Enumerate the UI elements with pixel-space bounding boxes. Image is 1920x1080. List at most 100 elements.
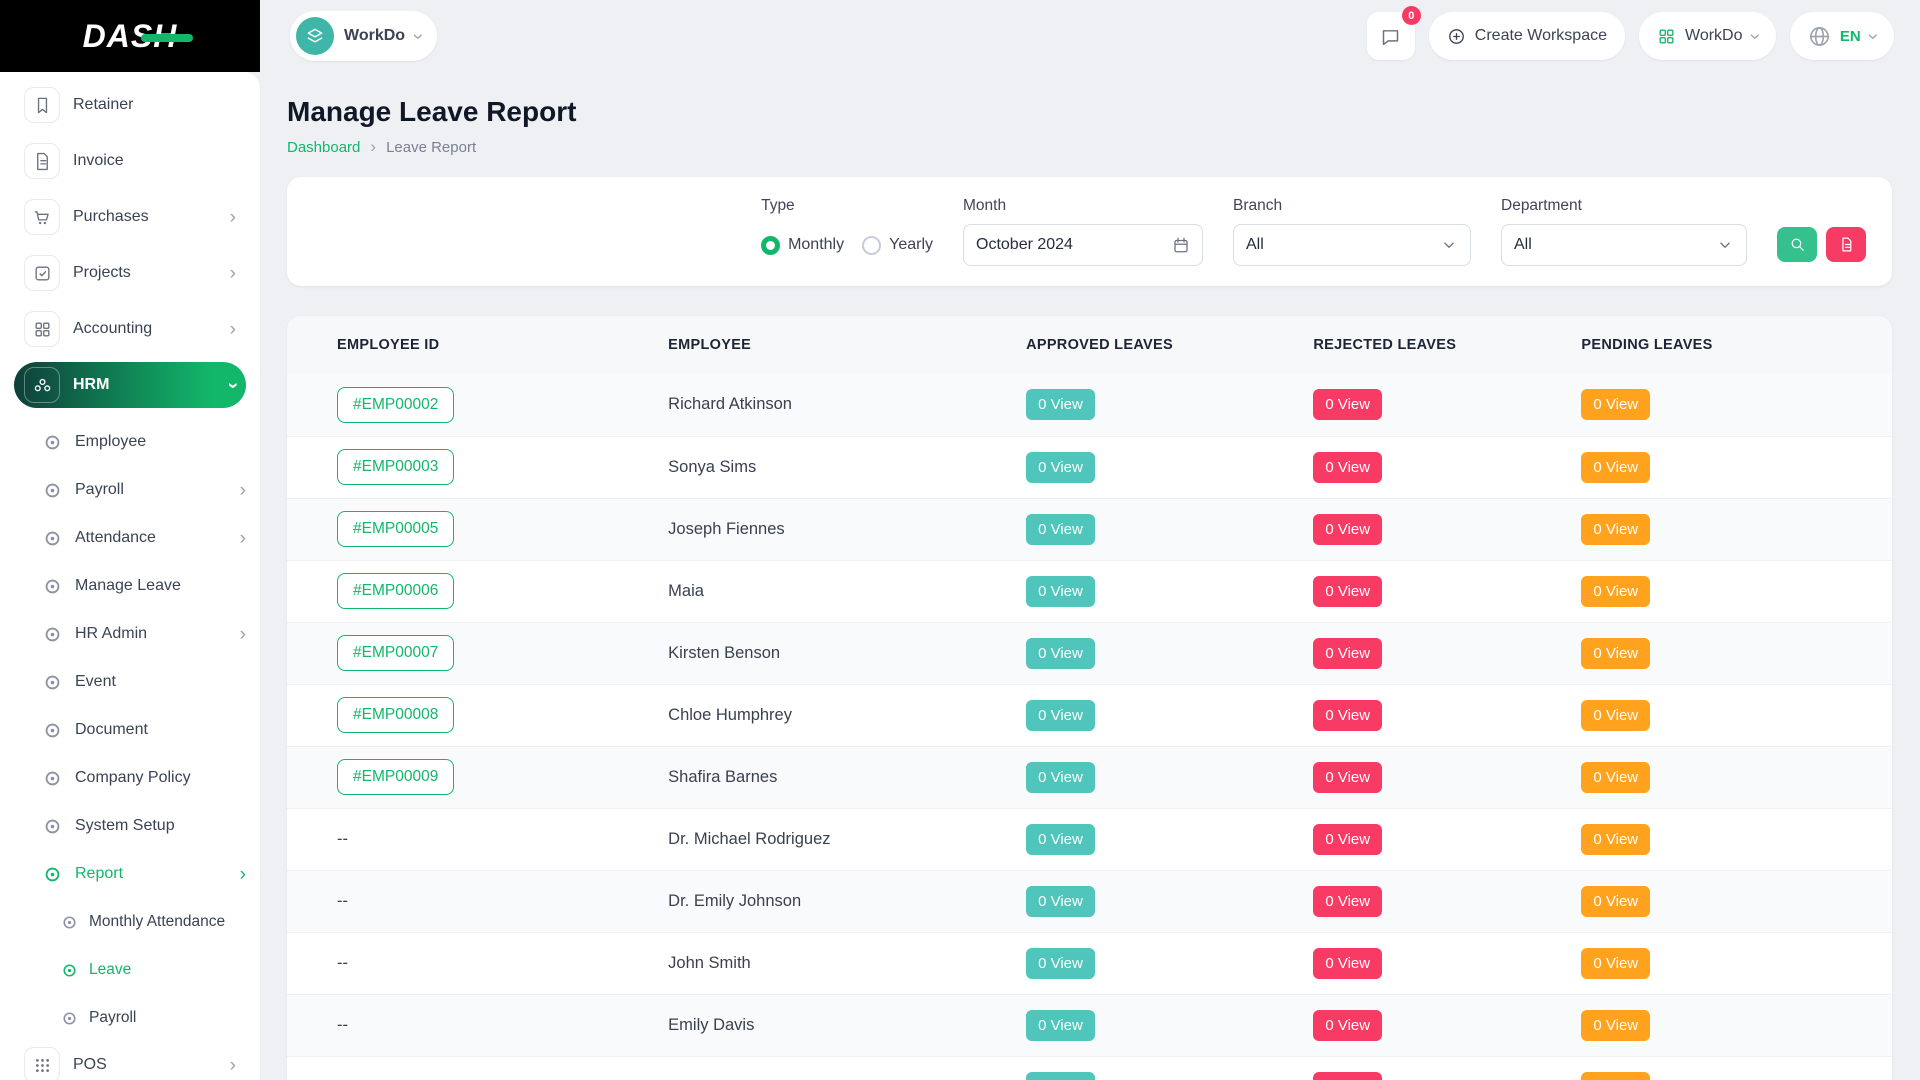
department-select[interactable]: All [1501, 224, 1747, 266]
app-logo[interactable]: DASH [83, 18, 178, 55]
approved-view-button[interactable]: 0 View [1026, 389, 1095, 420]
month-input[interactable]: October 2024 [963, 224, 1203, 266]
employee-name: John Smith [664, 932, 1022, 994]
approved-view-button[interactable]: 0 View [1026, 948, 1095, 979]
chevron-right-icon: › [230, 320, 236, 339]
approved-view-button[interactable]: 0 View [1026, 886, 1095, 917]
sidebar-item-report[interactable]: Report › [14, 850, 246, 898]
sidebar-item-invoice[interactable]: Invoice [14, 138, 246, 184]
employee-id-badge[interactable]: #EMP00006 [337, 573, 454, 609]
branch-select[interactable]: All [1233, 224, 1471, 266]
sidebar-item-purchases[interactable]: Purchases › [14, 194, 246, 240]
workspace-selector[interactable]: WorkDo › [290, 11, 437, 61]
employee-id-empty: -- [337, 830, 348, 848]
sidebar-item-system-setup[interactable]: System Setup [14, 802, 246, 850]
sidebar-item-label: HR Admin [75, 625, 147, 643]
sidebar-item-payroll[interactable]: Payroll › [14, 466, 246, 514]
rejected-view-button[interactable]: 0 View [1313, 824, 1382, 855]
sidebar-item-company-policy[interactable]: Company Policy [14, 754, 246, 802]
employee-id-badge[interactable]: #EMP00005 [337, 511, 454, 547]
language-selector[interactable]: EN › [1790, 12, 1894, 60]
approved-view-button[interactable]: 0 View [1026, 514, 1095, 545]
employee-name: Emily Davis [664, 994, 1022, 1056]
sidebar-item-employee[interactable]: Employee [14, 418, 246, 466]
logo-dash-accent [141, 34, 193, 42]
employee-id-badge[interactable]: #EMP00002 [337, 387, 454, 423]
type-filter-group: Type Monthly Yearly [761, 197, 933, 266]
pending-view-button[interactable]: 0 View [1581, 1072, 1650, 1080]
sidebar-item-label: Manage Leave [75, 577, 181, 595]
approved-view-button[interactable]: 0 View [1026, 824, 1095, 855]
radio-yearly[interactable]: Yearly [862, 236, 933, 255]
rejected-view-button[interactable]: 0 View [1313, 514, 1382, 545]
pending-view-button[interactable]: 0 View [1581, 452, 1650, 483]
pending-view-button[interactable]: 0 View [1581, 638, 1650, 669]
employee-id-badge[interactable]: #EMP00007 [337, 635, 454, 671]
sidebar-item-leave[interactable]: Leave [14, 946, 246, 994]
table-row: -- John Smith 0 View 0 View 0 View [287, 932, 1892, 994]
rejected-view-button[interactable]: 0 View [1313, 452, 1382, 483]
sidebar-item-pos[interactable]: POS › [14, 1042, 246, 1080]
chevron-right-icon: › [230, 264, 236, 283]
search-button[interactable] [1777, 227, 1817, 262]
employee-id-badge[interactable]: #EMP00009 [337, 759, 454, 795]
rejected-view-button[interactable]: 0 View [1313, 886, 1382, 917]
approved-view-button[interactable]: 0 View [1026, 638, 1095, 669]
approved-view-button[interactable]: 0 View [1026, 576, 1095, 607]
create-workspace-button[interactable]: Create Workspace [1429, 12, 1625, 60]
sidebar-item-payroll[interactable]: Payroll [14, 994, 246, 1042]
branch-value: All [1246, 236, 1264, 254]
sidebar-item-label: System Setup [75, 817, 175, 835]
messages-button[interactable]: 0 [1367, 12, 1415, 60]
messages-count-badge: 0 [1402, 6, 1421, 25]
table-row: #EMP00006 Maia 0 View 0 View 0 View [287, 560, 1892, 622]
rejected-view-button[interactable]: 0 View [1313, 389, 1382, 420]
approved-view-button[interactable]: 0 View [1026, 700, 1095, 731]
approved-view-button[interactable]: 0 View [1026, 1010, 1095, 1041]
employee-id-badge[interactable]: #EMP00008 [337, 697, 454, 733]
sidebar-item-accounting[interactable]: Accounting › [14, 306, 246, 352]
breadcrumb-dashboard-link[interactable]: Dashboard [287, 139, 360, 156]
sidebar-item-hrm[interactable]: HRM › [14, 362, 246, 408]
sidebar-item-label: HRM [73, 376, 109, 394]
sidebar-item-monthly-attendance[interactable]: Monthly Attendance [14, 898, 246, 946]
pending-view-button[interactable]: 0 View [1581, 824, 1650, 855]
sidebar-item-label: Projects [73, 264, 131, 282]
rejected-view-button[interactable]: 0 View [1313, 1072, 1382, 1080]
breadcrumb-current: Leave Report [386, 139, 476, 156]
chevron-right-icon: › [240, 481, 246, 500]
workspace-switcher[interactable]: WorkDo › [1639, 12, 1776, 60]
approved-view-button[interactable]: 0 View [1026, 762, 1095, 793]
sidebar-item-projects[interactable]: Projects › [14, 250, 246, 296]
pending-view-button[interactable]: 0 View [1581, 886, 1650, 917]
sidebar-item-document[interactable]: Document [14, 706, 246, 754]
pending-view-button[interactable]: 0 View [1581, 762, 1650, 793]
sidebar-item-attendance[interactable]: Attendance › [14, 514, 246, 562]
language-code: EN [1840, 28, 1861, 45]
approved-view-button[interactable]: 0 View [1026, 452, 1095, 483]
pending-view-button[interactable]: 0 View [1581, 576, 1650, 607]
pending-view-button[interactable]: 0 View [1581, 514, 1650, 545]
department-value: All [1514, 236, 1532, 254]
radio-monthly[interactable]: Monthly [761, 236, 844, 255]
approved-view-button[interactable]: 0 View [1026, 1072, 1095, 1080]
rejected-view-button[interactable]: 0 View [1313, 762, 1382, 793]
pending-view-button[interactable]: 0 View [1581, 700, 1650, 731]
rejected-view-button[interactable]: 0 View [1313, 700, 1382, 731]
rejected-view-button[interactable]: 0 View [1313, 576, 1382, 607]
export-button[interactable] [1826, 227, 1866, 262]
employee-name: Kirsten Benson [664, 622, 1022, 684]
sidebar-item-hr-admin[interactable]: HR Admin › [14, 610, 246, 658]
employee-id-badge[interactable]: #EMP00003 [337, 449, 454, 485]
rejected-view-button[interactable]: 0 View [1313, 948, 1382, 979]
sidebar-item-label: Monthly Attendance [89, 913, 225, 931]
sidebar-item-manage-leave[interactable]: Manage Leave [14, 562, 246, 610]
pending-view-button[interactable]: 0 View [1581, 1010, 1650, 1041]
sidebar-item-event[interactable]: Event [14, 658, 246, 706]
employee-name: Richard Atkinson [664, 374, 1022, 436]
pending-view-button[interactable]: 0 View [1581, 948, 1650, 979]
rejected-view-button[interactable]: 0 View [1313, 1010, 1382, 1041]
sidebar-item-retainer[interactable]: Retainer [14, 82, 246, 128]
pending-view-button[interactable]: 0 View [1581, 389, 1650, 420]
rejected-view-button[interactable]: 0 View [1313, 638, 1382, 669]
